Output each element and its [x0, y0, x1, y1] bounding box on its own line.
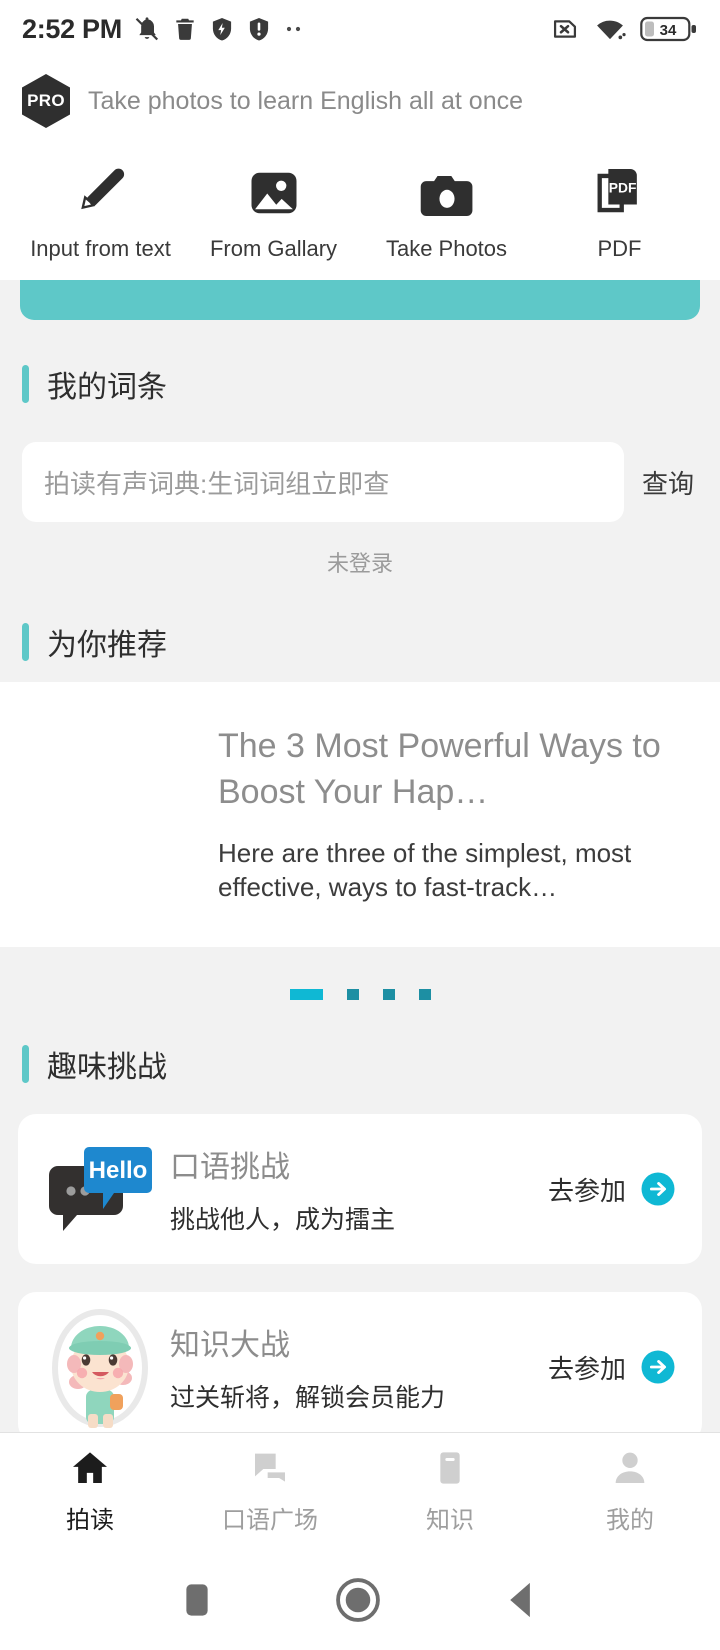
action-pdf[interactable]: PDF PDF: [533, 164, 706, 262]
battery-icon: 34: [640, 16, 696, 42]
action-take-photos[interactable]: Take Photos: [360, 164, 533, 262]
back-icon[interactable]: [502, 1579, 540, 1621]
challenge-text: 口语挑战 挑战他人，成为擂主: [164, 1142, 548, 1236]
section-title: 趣味挑战: [47, 1051, 167, 1084]
status-bar-clock: 2:52 PM: [22, 13, 122, 44]
status-bar-left: 2:52 PM: [22, 14, 309, 45]
nav-label: 口语广场: [222, 1507, 318, 1534]
section-title: 我的词条: [47, 371, 167, 404]
shield-alert-icon: [249, 17, 269, 41]
image-icon: [247, 164, 301, 220]
shield-bolt-icon: [212, 17, 232, 41]
challenge-cta[interactable]: 去参加: [548, 1349, 676, 1386]
carousel-pagination: [0, 947, 720, 1000]
challenge-title: 知识大战: [170, 1329, 290, 1362]
carousel-dot[interactable]: [382, 989, 395, 1000]
action-from-gallery[interactable]: From Gallary: [187, 164, 360, 262]
wifi-icon: [597, 20, 626, 40]
recommend-title: The 3 Most Powerful Ways to Boost Your H…: [218, 727, 661, 811]
arrow-right-circle-icon: [641, 1172, 675, 1206]
challenge-list: Hello 口语挑战 挑战他人，成为擂主 去参加 知识大战 过关斩将，解锁会员能…: [0, 1114, 720, 1432]
section-my-entries-header: 我的词条: [0, 320, 720, 406]
mascot-avatar-icon: [36, 1302, 164, 1432]
app-screen: 2:52 PM 34 PRO Take photos to learn Engl…: [0, 0, 720, 1650]
action-label: From Gallary: [209, 236, 338, 261]
nav-label: 我的: [606, 1507, 654, 1534]
login-status-text[interactable]: 未登录: [0, 522, 720, 578]
scroll-content: 我的词条 拍读有声词典:生词词组立即查 查询 未登录 为你推荐 The 3 Mo…: [0, 280, 720, 1432]
android-system-bar: [0, 1550, 720, 1650]
battery-level-text: 34: [660, 22, 677, 39]
nav-label: 知识: [426, 1507, 474, 1534]
search-submit-button[interactable]: 查询: [642, 464, 698, 501]
bottom-navigation: 拍读 口语广场 知识 我的: [0, 1432, 720, 1550]
nav-label: 拍读: [66, 1507, 114, 1534]
challenge-title: 口语挑战: [170, 1151, 290, 1184]
recent-apps-icon[interactable]: [180, 1580, 214, 1620]
nav-item-knowledge[interactable]: 知识: [360, 1433, 540, 1550]
person-icon: [615, 1452, 645, 1483]
pencil-icon: [73, 164, 129, 220]
carousel-dot-active[interactable]: [289, 989, 323, 1000]
promo-banner[interactable]: [20, 280, 700, 320]
section-accent-bar: [22, 365, 29, 403]
search-input[interactable]: 拍读有声词典:生词词组立即查: [22, 442, 624, 522]
nav-item-paidu[interactable]: 拍读: [0, 1433, 180, 1550]
status-bar-right: 34: [550, 14, 698, 44]
pro-tagline: Take photos to learn English all at once: [88, 86, 523, 115]
carousel-dot[interactable]: [418, 989, 431, 1000]
recommend-text: The 3 Most Powerful Ways to Boost Your H…: [218, 724, 720, 904]
action-input-from-text[interactable]: Input from text: [14, 164, 187, 262]
home-circle-icon[interactable]: [335, 1577, 381, 1623]
quick-actions-row: Input from text From Gallary Take Photos: [0, 138, 720, 280]
arrow-right-circle-icon: [641, 1350, 675, 1384]
section-recommend-header: 为你推荐: [0, 578, 720, 664]
search-input-placeholder: 拍读有声词典:生词词组立即查: [44, 468, 390, 499]
carousel-dot[interactable]: [346, 989, 359, 1000]
chat-icon: [255, 1453, 285, 1482]
recommend-card[interactable]: The 3 Most Powerful Ways to Boost Your H…: [0, 682, 720, 947]
bell-muted-icon: [135, 17, 159, 41]
challenge-text: 知识大战 过关斩将，解锁会员能力: [164, 1320, 548, 1414]
challenge-subtitle: 挑战他人，成为擂主: [170, 1206, 396, 1234]
status-bar: 2:52 PM 34: [0, 0, 720, 58]
sim-missing-icon: [553, 20, 577, 38]
challenge-card-speaking[interactable]: Hello 口语挑战 挑战他人，成为擂主 去参加: [18, 1114, 702, 1264]
challenge-cta-label: 去参加: [547, 1353, 626, 1384]
more-dots-icon: [286, 26, 301, 32]
challenge-cta-label: 去参加: [547, 1175, 626, 1206]
section-accent-bar: [22, 1045, 29, 1083]
challenge-cta[interactable]: 去参加: [548, 1171, 676, 1208]
svg-text:PDF: PDF: [608, 179, 636, 195]
action-label: Take Photos: [385, 236, 508, 261]
pro-header: PRO Take photos to learn English all at …: [0, 58, 720, 138]
pro-badge-label: PRO: [27, 91, 65, 110]
section-challenges-header: 趣味挑战: [0, 1000, 720, 1086]
nav-item-speaking-square[interactable]: 口语广场: [180, 1433, 360, 1550]
recommend-thumbnail: [0, 682, 218, 947]
book-icon: [440, 1452, 460, 1484]
challenge-card-knowledge[interactable]: 知识大战 过关斩将，解锁会员能力 去参加: [18, 1292, 702, 1432]
trash-icon: [176, 18, 194, 40]
home-icon: [73, 1452, 107, 1483]
camera-icon: [419, 164, 475, 220]
pdf-icon: PDF: [594, 164, 646, 220]
action-label: Input from text: [30, 236, 171, 261]
svg-text:Hello: Hello: [89, 1157, 148, 1184]
action-label: PDF: [597, 236, 642, 261]
section-title: 为你推荐: [47, 629, 167, 662]
nav-item-mine[interactable]: 我的: [540, 1433, 720, 1550]
dictionary-search-row: 拍读有声词典:生词词组立即查 查询: [0, 406, 720, 522]
hello-chat-bubble-icon: Hello: [36, 1137, 164, 1241]
section-accent-bar: [22, 623, 29, 661]
pro-badge-icon[interactable]: PRO: [22, 74, 70, 128]
challenge-subtitle: 过关斩将，解锁会员能力: [170, 1384, 446, 1412]
recommend-description: Here are three of the simplest, most eff…: [218, 837, 632, 902]
